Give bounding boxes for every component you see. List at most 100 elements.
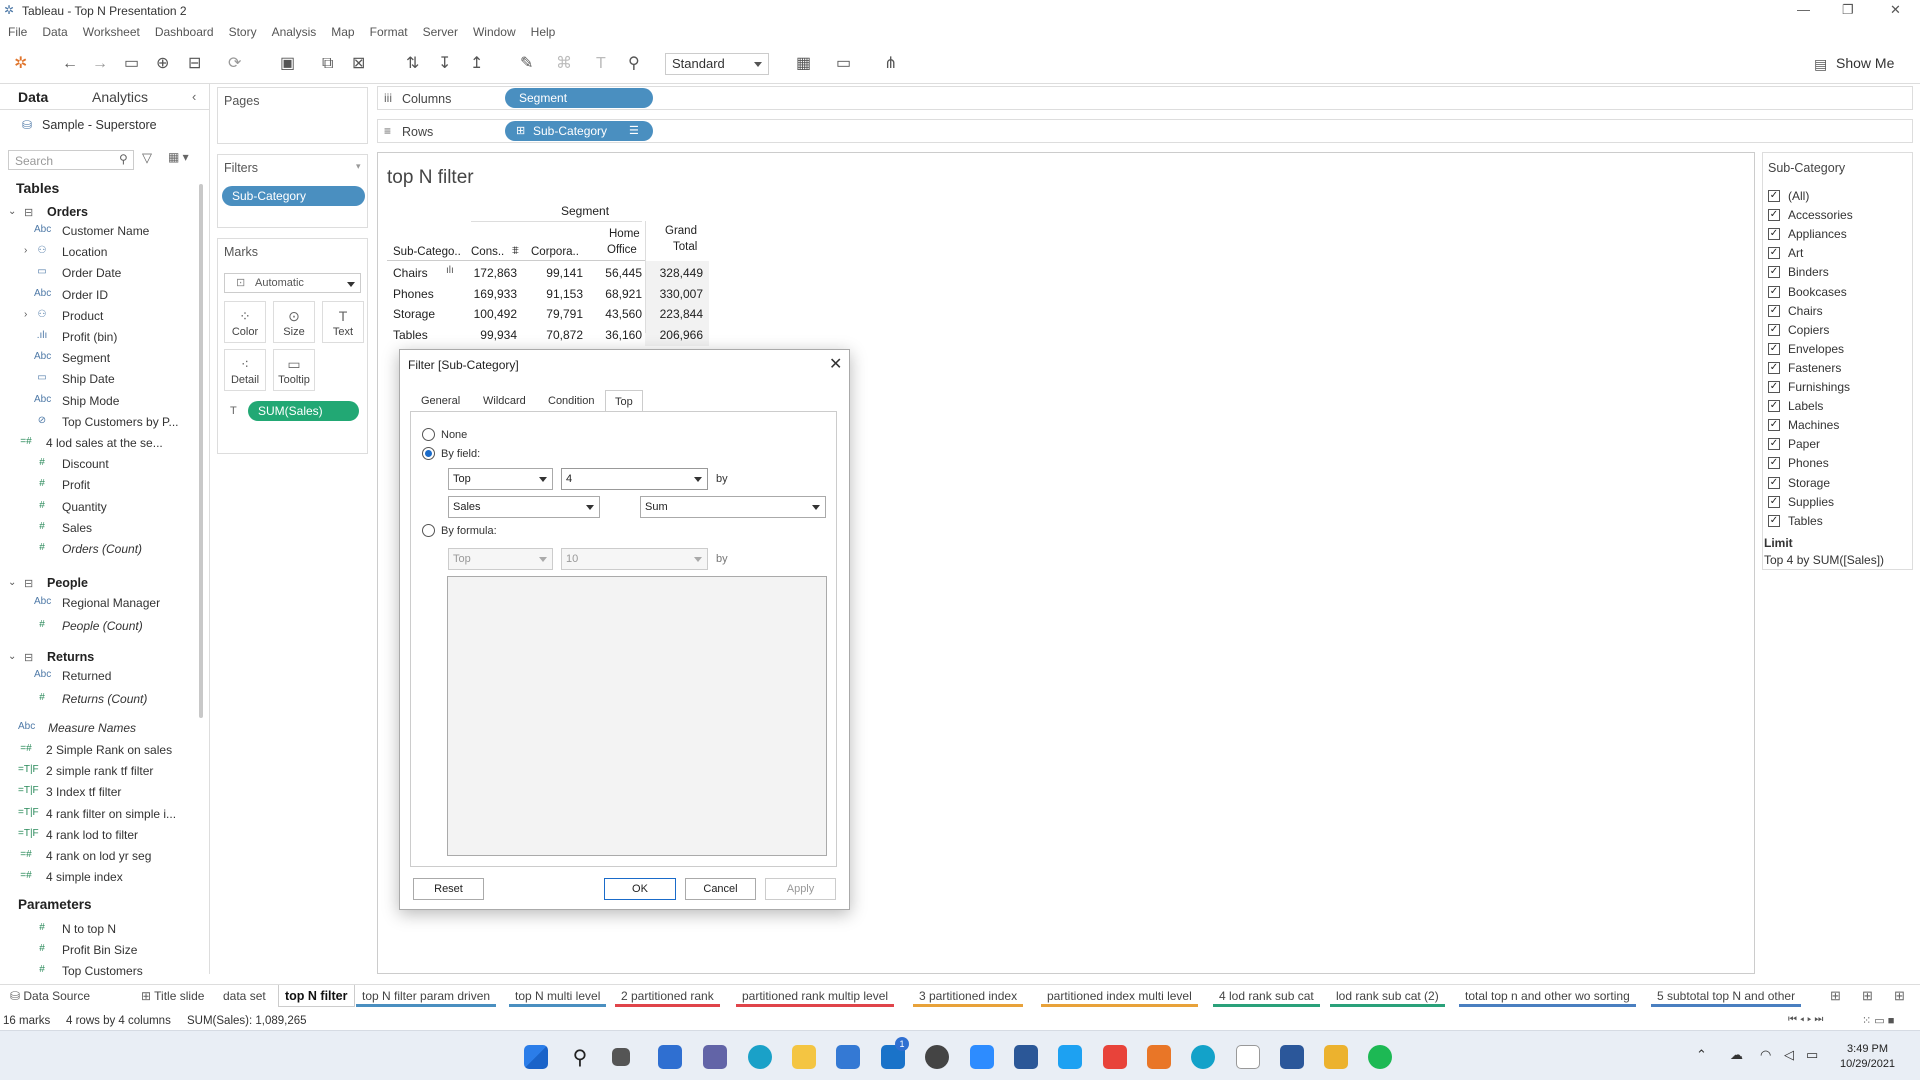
field-item[interactable]: ⚇ Location (0, 242, 200, 262)
swap-icon[interactable]: ⇅ (406, 55, 419, 73)
refresh-icon[interactable]: ⟳ (228, 55, 241, 73)
sheet-tab[interactable]: total top n and other wo sorting (1459, 985, 1636, 1007)
menu-file[interactable]: File (0, 22, 34, 39)
sheet-tab[interactable]: ⛁ Data Source (4, 985, 96, 1007)
collapse-chevron-icon[interactable]: ⌄ (8, 206, 16, 217)
radio-by-field[interactable] (422, 447, 435, 460)
collapse-chevron-icon[interactable]: ⌄ (8, 651, 16, 662)
checkbox[interactable]: ✓ (1768, 419, 1780, 432)
checkbox[interactable]: ✓ (1768, 457, 1780, 470)
tooltip-button[interactable]: ▭ Tooltip (273, 349, 315, 391)
tab-top[interactable]: Top (605, 390, 643, 412)
filter-item-label[interactable]: Tables (1788, 514, 1823, 528)
table-row[interactable]: Storage 100,492 79,791 43,560 223,844 (378, 306, 708, 326)
expand-icon[interactable]: › (24, 245, 27, 256)
sheet-tab[interactable]: data set (217, 985, 272, 1007)
menu-analysis[interactable]: Analysis (264, 22, 324, 39)
field-item[interactable]: =# 4 lod sales at the se... (0, 433, 200, 453)
field-item[interactable]: ▭ Ship Date (0, 369, 200, 389)
menu-server[interactable]: Server (415, 22, 465, 39)
menu-worksheet[interactable]: Worksheet (75, 22, 147, 39)
filter-item-label[interactable]: Phones (1788, 456, 1829, 470)
pages-shelf[interactable]: Pages (217, 87, 368, 144)
filter-item-label[interactable]: Machines (1788, 418, 1839, 432)
ok-button[interactable]: OK (604, 878, 676, 900)
top-bottom-select[interactable]: Top (448, 468, 553, 490)
view-size-select[interactable]: Standard (665, 53, 769, 75)
pin-icon[interactable]: ⚲ (628, 55, 640, 73)
app-icon[interactable] (925, 1045, 949, 1069)
field-item[interactable]: # Quantity (0, 497, 200, 517)
tab-wildcard[interactable]: Wildcard (474, 390, 535, 412)
field-item[interactable]: =T|F 2 simple rank tf filter (0, 761, 200, 781)
checkbox[interactable]: ✓ (1768, 342, 1780, 355)
taskview-icon[interactable] (612, 1048, 630, 1066)
checkbox[interactable]: ✓ (1768, 209, 1780, 222)
field-item[interactable]: Abc Ship Mode (0, 391, 200, 411)
radio-by-formula[interactable] (422, 524, 435, 537)
checkbox[interactable]: ✓ (1768, 304, 1780, 317)
sheet-tab[interactable]: top N filter param driven (356, 985, 497, 1007)
calculator-icon[interactable] (1014, 1045, 1038, 1069)
filter-item-label[interactable]: Labels (1788, 399, 1823, 413)
field-item[interactable]: =# 2 Simple Rank on sales (0, 740, 200, 760)
tab-general[interactable]: General (412, 390, 469, 412)
filter-item-label[interactable]: Paper (1788, 437, 1820, 451)
menu-data[interactable]: Data (34, 22, 74, 39)
checkbox[interactable]: ✓ (1768, 361, 1780, 374)
pause-updates-icon[interactable]: ⊟ (188, 55, 201, 73)
field-item[interactable]: ⚇ Product (0, 306, 200, 326)
undo-icon[interactable]: ← (62, 55, 78, 73)
field-select[interactable]: Sales (448, 496, 600, 518)
search-taskbar-icon[interactable]: ⚲ (568, 1045, 592, 1069)
field-item[interactable]: # N to top N (0, 919, 200, 939)
measure-names-field[interactable]: Abc Measure Names (0, 718, 200, 738)
tableau-taskbar-icon[interactable] (1147, 1045, 1171, 1069)
highlight-icon[interactable]: ✎ (520, 55, 533, 73)
teams-icon[interactable] (703, 1045, 727, 1069)
radio-none[interactable] (422, 428, 435, 441)
duplicate-sheet-icon[interactable]: ⧉ (322, 55, 333, 73)
save-icon[interactable]: ▭ (124, 55, 139, 73)
table-people[interactable]: People (47, 576, 88, 590)
clock[interactable]: 3:49 PM 10/29/2021 (1840, 1042, 1895, 1072)
edge-icon[interactable] (1191, 1045, 1215, 1069)
menu-format[interactable]: Format (362, 22, 415, 39)
new-datasource-icon[interactable]: ⊕ (156, 55, 169, 73)
sheet-view-icon[interactable]: ⁙ ▭ ■ (1862, 1014, 1894, 1027)
labels-icon[interactable]: T (596, 55, 606, 73)
filter-item-label[interactable]: Furnishings (1788, 380, 1850, 394)
group-icon[interactable]: ⌘ (556, 55, 572, 73)
search-input[interactable]: Search ⚲ (8, 150, 134, 170)
field-item[interactable]: # Returns (Count) (0, 689, 200, 709)
checkbox[interactable]: ✓ (1768, 400, 1780, 413)
filters-shelf[interactable]: Filters ▾ Sub-Category (217, 154, 368, 228)
show-cards-icon[interactable]: ▦ (796, 55, 811, 73)
snip-icon[interactable] (1103, 1045, 1127, 1069)
filter-item-label[interactable]: (All) (1788, 189, 1809, 203)
show-me-button[interactable]: Show Me (1836, 55, 1894, 71)
sort-indicator-icon[interactable]: ⩨ (512, 243, 519, 258)
filter-pill-sub-category[interactable]: Sub-Category (222, 186, 365, 206)
filter-item-label[interactable]: Binders (1788, 265, 1829, 279)
filter-item-label[interactable]: Supplies (1788, 495, 1834, 509)
new-dashboard-icon[interactable]: ⊞ (1862, 988, 1873, 1004)
table-row[interactable]: Phones 169,933 91,153 68,921 330,007 (378, 286, 708, 306)
scrollbar[interactable] (199, 184, 203, 718)
checkbox[interactable]: ✓ (1768, 228, 1780, 241)
menu-map[interactable]: Map (323, 22, 361, 39)
maximize-icon[interactable]: ❐ (1842, 2, 1854, 18)
column-sort-icon[interactable]: ılı (446, 265, 454, 276)
checkbox[interactable]: ✓ (1768, 190, 1780, 202)
formula-editor[interactable] (447, 576, 827, 856)
checkbox[interactable]: ✓ (1768, 266, 1780, 279)
wifi-icon[interactable]: ◠ (1760, 1047, 1771, 1063)
tray-chevron-icon[interactable]: ⌃ (1696, 1047, 1707, 1063)
filter-fields-icon[interactable]: ▽ (142, 150, 152, 166)
volume-icon[interactable]: ◁ (1784, 1047, 1794, 1063)
cancel-button[interactable]: Cancel (685, 878, 756, 900)
spotify-icon[interactable] (1368, 1045, 1392, 1069)
menu-window[interactable]: Window (465, 22, 523, 39)
sheet-tab[interactable]: 4 lod rank sub cat (1213, 985, 1320, 1007)
field-item[interactable]: =T|F 3 Index tf filter (0, 782, 200, 802)
